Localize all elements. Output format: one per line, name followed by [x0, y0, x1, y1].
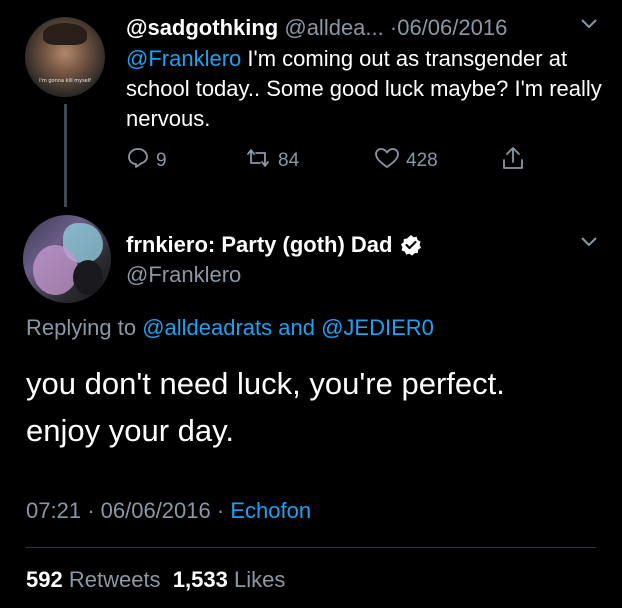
- replying-user-link[interactable]: @alldeadrats: [142, 315, 272, 340]
- chevron-down-icon[interactable]: [580, 232, 598, 253]
- likes-stat[interactable]: 1,533 Likes: [173, 567, 286, 592]
- tweet1-display-name[interactable]: @sadgothking: [126, 15, 278, 40]
- avatar-sadgothking[interactable]: I'm gonna kill myself: [25, 17, 105, 97]
- likes-label: Likes: [233, 567, 286, 592]
- reply-icon: [126, 146, 156, 176]
- likes-count: 1,533: [172, 567, 228, 592]
- replying-to-line: Replying to @alldeadrats and @JEDIER0: [26, 314, 434, 342]
- verified-icon: [400, 234, 422, 256]
- replying-and: and: [272, 315, 322, 340]
- thread-connector-line: [64, 104, 67, 207]
- tweet2-date[interactable]: 06/06/2016: [101, 498, 211, 523]
- replying-prefix: Replying to: [26, 315, 143, 340]
- reply-button[interactable]: 9: [126, 146, 167, 176]
- tweet2-text: you don't need luck, you're perfect. enj…: [26, 360, 606, 454]
- tweet2-stats: 592 Retweets 1,533 Likes: [26, 566, 285, 594]
- tweet1-handle[interactable]: @alldea...: [284, 15, 383, 40]
- avatar-art-shape: [33, 245, 78, 295]
- retweets-count: 592: [26, 567, 63, 592]
- tweet1-date[interactable]: 06/06/2016: [397, 15, 507, 40]
- retweet-count: 84: [278, 150, 300, 171]
- avatar-frnkiero[interactable]: [23, 215, 111, 303]
- divider: [26, 547, 596, 548]
- tweet2-meta: 07:21 · 06/06/2016 · Echofon: [26, 497, 311, 525]
- share-icon: [501, 145, 531, 177]
- tweet2-separator: ·: [87, 498, 95, 523]
- chevron-down-icon[interactable]: [580, 14, 598, 35]
- retweets-label: Retweets: [68, 567, 161, 592]
- retweet-icon: [244, 146, 278, 176]
- like-count: 428: [406, 150, 438, 171]
- share-button[interactable]: [501, 146, 531, 176]
- tweet1-actions: 9 84 428: [126, 146, 546, 176]
- tweet2-source-link[interactable]: Echofon: [230, 498, 311, 523]
- avatar-photo-hair: [43, 23, 87, 45]
- tweet2-separator: ·: [216, 498, 225, 523]
- tweet1-text: @Franklero I'm coming out as transgender…: [126, 44, 611, 134]
- tweet2-text-line: you don't need luck, you're perfect.: [26, 366, 505, 401]
- tweet2-handle[interactable]: @Franklero: [126, 261, 241, 289]
- tweet2-display-name-row[interactable]: frnkiero: Party (goth) Dad: [126, 231, 422, 259]
- retweets-stat[interactable]: 592 Retweets: [26, 567, 161, 592]
- tweet2-text-line: enjoy your day.: [26, 413, 234, 448]
- retweet-button[interactable]: 84: [244, 146, 299, 176]
- avatar-art-shape: [73, 260, 103, 295]
- like-button[interactable]: 428: [374, 146, 438, 176]
- tweet1-mention[interactable]: @Franklero: [126, 46, 241, 71]
- tweet2-time[interactable]: 07:21: [26, 498, 81, 523]
- replying-user-link[interactable]: @JEDIER0: [321, 315, 434, 340]
- tweet1-header: @sadgothking @alldea... ·06/06/2016: [126, 14, 507, 42]
- avatar-caption: I'm gonna kill myself: [39, 78, 91, 84]
- like-icon: [374, 146, 406, 176]
- reply-count: 9: [156, 150, 167, 171]
- tweet2-display-name[interactable]: frnkiero: Party (goth) Dad: [126, 231, 392, 259]
